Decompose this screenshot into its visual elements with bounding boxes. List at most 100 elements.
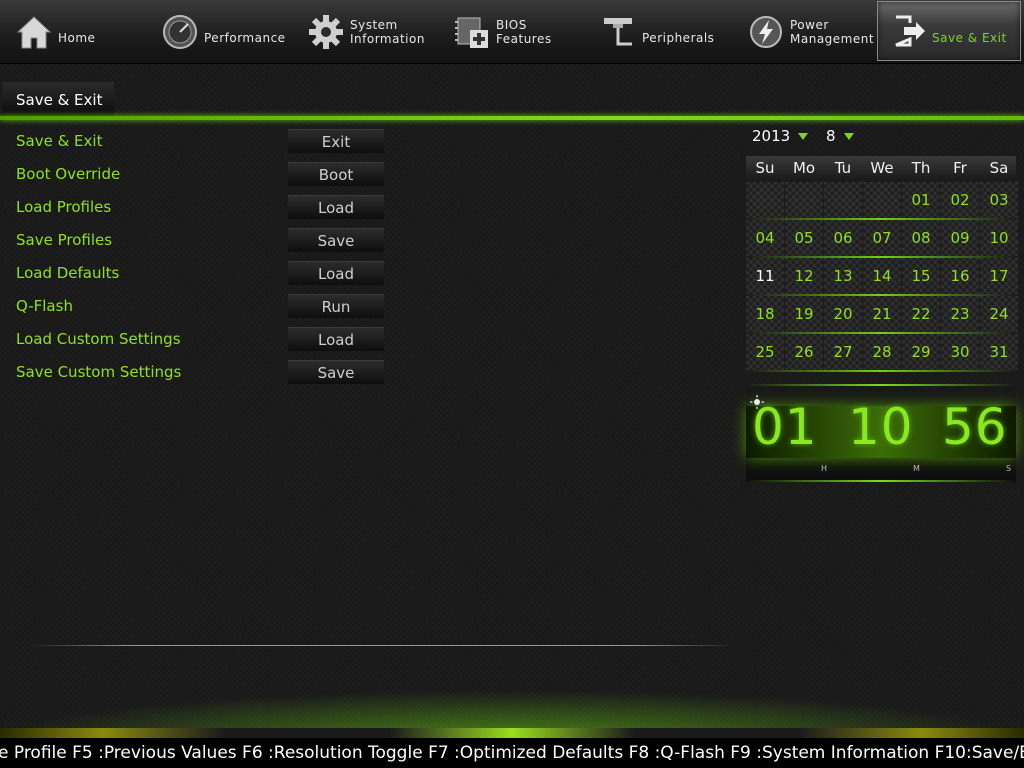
nav-performance[interactable]: Performance: [160, 0, 290, 64]
calendar-day[interactable]: 21: [863, 296, 901, 332]
calendar-day[interactable]: 12: [785, 258, 823, 294]
option-row-q-flash: Q-Flash Run: [0, 294, 400, 320]
month-select[interactable]: 8: [826, 127, 854, 147]
weekday-header: Fr: [953, 159, 967, 177]
weekday-header: Sa: [989, 159, 1009, 177]
calendar-day[interactable]: 10: [980, 220, 1018, 256]
month-value: 8: [826, 127, 836, 145]
year-value: 2013: [752, 127, 791, 145]
calendar-empty-cell: [824, 182, 862, 218]
home-icon: [14, 12, 54, 52]
nav-power-management[interactable]: Power Management: [746, 0, 876, 64]
calendar-day[interactable]: 02: [941, 182, 979, 218]
calendar-day[interactable]: 07: [863, 220, 901, 256]
bottom-decor-bar: [0, 728, 1024, 738]
option-row-save-custom-settings: Save Custom Settings Save: [0, 360, 400, 386]
calendar-day[interactable]: 11: [746, 258, 784, 294]
option-row-save-profiles: Save Profiles Save: [0, 228, 400, 254]
calendar-day[interactable]: 03: [980, 182, 1018, 218]
nav-peripherals-label: Peripherals: [642, 31, 715, 45]
calendar-day[interactable]: 08: [902, 220, 940, 256]
clock: 01 10 56 H M S: [746, 384, 1016, 482]
calendar-day[interactable]: 30: [941, 334, 979, 370]
top-navigation: Home Performance System Information BIOS…: [0, 0, 1024, 64]
run-button[interactable]: Run: [288, 294, 384, 318]
clock-minutes[interactable]: 10: [848, 398, 914, 456]
option-label[interactable]: Q-Flash: [16, 297, 73, 315]
weekday-header: Mo: [792, 159, 816, 177]
option-label[interactable]: Load Defaults: [16, 264, 119, 282]
calendar-day[interactable]: 09: [941, 220, 979, 256]
save-custom-button[interactable]: Save: [288, 360, 384, 384]
calendar-day[interactable]: 13: [824, 258, 862, 294]
option-row-save-exit: Save & Exit Exit: [0, 129, 400, 155]
calendar-empty-cell: [785, 182, 823, 218]
clock-seconds[interactable]: 56: [942, 398, 1008, 456]
option-label[interactable]: Save Custom Settings: [16, 363, 181, 381]
power-icon: [746, 12, 786, 52]
option-label[interactable]: Load Profiles: [16, 198, 111, 216]
calendar-day[interactable]: 14: [863, 258, 901, 294]
calendar-day[interactable]: 24: [980, 296, 1018, 332]
peripherals-icon: [598, 12, 638, 52]
calendar-day[interactable]: 25: [746, 334, 784, 370]
calendar-day[interactable]: 05: [785, 220, 823, 256]
load-profiles-button[interactable]: Load: [288, 195, 384, 219]
clock-hours[interactable]: 01: [752, 398, 818, 456]
option-label[interactable]: Save & Exit: [16, 132, 102, 150]
nav-system-information-label: System Information: [350, 18, 425, 46]
exit-button[interactable]: Exit: [288, 129, 384, 153]
option-row-boot-override: Boot Override Boot: [0, 162, 400, 188]
tab-save-exit[interactable]: Save & Exit: [2, 82, 114, 116]
calendar-day[interactable]: 26: [785, 334, 823, 370]
nav-system-information[interactable]: System Information: [306, 0, 441, 64]
hotkey-text: e Profile F5 :Previous Values F6 :Resolu…: [0, 743, 1024, 763]
calendar-empty-cell: [746, 182, 784, 218]
option-row-load-custom-settings: Load Custom Settings Load: [0, 327, 400, 353]
nav-save-exit[interactable]: Save & Exit: [877, 1, 1021, 61]
option-row-load-profiles: Load Profiles Load: [0, 195, 400, 221]
nav-bios-features[interactable]: BIOS Features: [452, 0, 582, 64]
save-profiles-button[interactable]: Save: [288, 228, 384, 252]
calendar-day[interactable]: 04: [746, 220, 784, 256]
gear-icon: [306, 12, 346, 52]
year-select[interactable]: 2013: [752, 127, 809, 147]
tab-strip: Save & Exit: [0, 82, 1024, 122]
exit-door-icon: [888, 11, 928, 51]
calendar-day[interactable]: 22: [902, 296, 940, 332]
clock-top-line: [746, 384, 1016, 386]
week-separator: [746, 370, 1016, 372]
nav-peripherals[interactable]: Peripherals: [598, 0, 733, 64]
bios-features-icon: [452, 12, 492, 52]
calendar-day[interactable]: 06: [824, 220, 862, 256]
option-label[interactable]: Load Custom Settings: [16, 330, 181, 348]
clock-bottom-line: [746, 480, 1016, 482]
weekday-header: Tu: [834, 159, 852, 177]
calendar-day[interactable]: 17: [980, 258, 1018, 294]
calendar-day[interactable]: 19: [785, 296, 823, 332]
load-custom-button[interactable]: Load: [288, 327, 384, 351]
calendar-day[interactable]: 18: [746, 296, 784, 332]
calendar-day[interactable]: 23: [941, 296, 979, 332]
calendar-day[interactable]: 27: [824, 334, 862, 370]
clock-seconds-unit: S: [1006, 464, 1012, 473]
calendar-day[interactable]: 29: [902, 334, 940, 370]
calendar-day[interactable]: 31: [980, 334, 1018, 370]
calendar-empty-cell: [863, 182, 901, 218]
calendar-day[interactable]: 28: [863, 334, 901, 370]
load-defaults-button[interactable]: Load: [288, 261, 384, 285]
boot-button[interactable]: Boot: [288, 162, 384, 186]
nav-home-label: Home: [58, 31, 96, 45]
clock-hours-unit: H: [821, 464, 828, 473]
nav-save-exit-label: Save & Exit: [932, 31, 1007, 45]
nav-performance-label: Performance: [204, 31, 286, 45]
option-label[interactable]: Boot Override: [16, 165, 120, 183]
calendar-day[interactable]: 15: [902, 258, 940, 294]
calendar-day[interactable]: 01: [902, 182, 940, 218]
calendar-day[interactable]: 20: [824, 296, 862, 332]
nav-home[interactable]: Home: [14, 0, 144, 64]
option-row-load-defaults: Load Defaults Load: [0, 261, 400, 287]
calendar-day[interactable]: 16: [941, 258, 979, 294]
option-label[interactable]: Save Profiles: [16, 231, 112, 249]
clock-minutes-unit: M: [913, 464, 920, 473]
